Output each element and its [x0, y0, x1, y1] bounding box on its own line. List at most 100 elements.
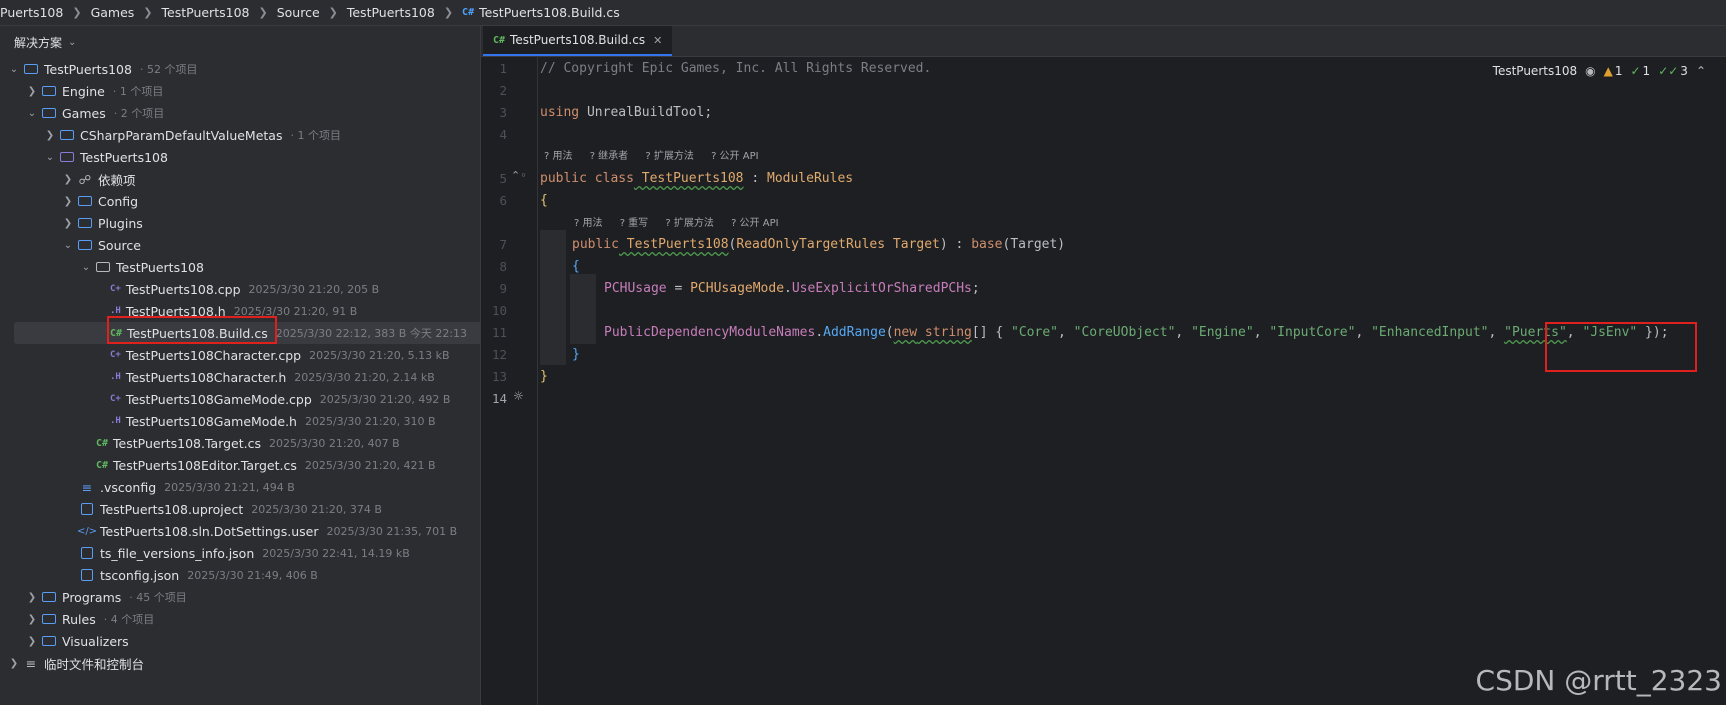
code-text: .	[815, 325, 824, 340]
code-line-1: // Copyright Epic Games, Inc. All Rights…	[540, 61, 932, 76]
breadcrumb-item-testpuerts108-folder[interactable]: TestPuerts108	[347, 5, 435, 20]
line-number: 10	[491, 303, 507, 318]
chevron-right-icon[interactable]: ❯	[24, 86, 40, 97]
chevron-down-icon[interactable]: ⌄	[6, 64, 22, 75]
chevron-down-icon[interactable]: ⌄	[42, 152, 58, 163]
chevron-right-icon[interactable]: ❯	[42, 130, 58, 141]
tree-item-file[interactable]: TestPuerts108.uproject 2025/3/30 21:20, …	[0, 498, 558, 520]
tree-item-csharpparam[interactable]: ❯ CSharpParamDefaultValueMetas · 1 个项目	[0, 124, 522, 146]
folder-icon	[76, 218, 94, 228]
code-line-6: {	[540, 193, 548, 208]
hint-usages[interactable]: ? 用法	[574, 218, 603, 229]
tree-item-file[interactable]: tsconfig.json 2025/3/30 21:49, 406 B	[0, 564, 558, 586]
header-file-icon: .H	[110, 416, 121, 426]
tree-item-meta: 2025/3/30 21:49, 406 B	[187, 568, 318, 582]
breadcrumb-item-testpuerts108[interactable]: TestPuerts108	[162, 5, 250, 20]
chevron-right-icon[interactable]: ❯	[60, 196, 76, 207]
tree-item-solution[interactable]: ⌄ TestPuerts108 · 52 个项目	[0, 58, 486, 80]
csharp-file-icon: C#	[96, 459, 109, 471]
csharp-file-icon: C#	[462, 7, 475, 18]
code-text: (Target)	[1002, 237, 1066, 252]
folder-icon	[40, 86, 58, 96]
code-editor: C# TestPuerts108.Build.cs ✕ TestPuerts10…	[481, 26, 1726, 705]
tree-item-plugins[interactable]: ❯ Plugins	[0, 212, 540, 234]
tree-item-label: TestPuerts108GameMode.cpp	[125, 391, 312, 407]
tree-item-file[interactable]: ts_file_versions_info.json 2025/3/30 22:…	[0, 542, 558, 564]
tree-item-label: TestPuerts108Character.h	[125, 369, 287, 385]
editor-tab-bar: C# TestPuerts108.Build.cs ✕	[481, 26, 1726, 57]
breadcrumb-item-project[interactable]: Puerts108	[0, 5, 63, 20]
breadcrumb-item-source[interactable]: Source	[277, 5, 320, 20]
chevron-right-icon[interactable]: ❯	[24, 614, 40, 625]
chevron-down-icon[interactable]: ⌄	[24, 108, 40, 119]
type-name: ModuleRules	[767, 171, 854, 186]
chevron-right-icon[interactable]: ❯	[60, 174, 76, 185]
string-literal: "Engine"	[1191, 325, 1254, 340]
tree-item-label: TestPuerts108Editor.Target.cs	[113, 457, 297, 473]
line-number: 5	[499, 171, 507, 186]
folder-icon	[58, 130, 76, 140]
tree-item-source-folder[interactable]: ⌄ TestPuerts108	[0, 256, 558, 278]
tree-item-project[interactable]: ⌄ TestPuerts108	[0, 146, 522, 168]
tree-item-config[interactable]: ❯ Config	[0, 190, 540, 212]
tree-item-programs[interactable]: ❯ Programs · 45 个项目	[0, 586, 504, 608]
line-number: 13	[491, 369, 507, 384]
tree-item-label: TestPuerts108Character.cpp	[125, 347, 302, 363]
csharp-file-icon: C#	[493, 34, 506, 46]
line-number-current: 14	[491, 391, 507, 406]
keyword: using	[540, 105, 580, 120]
tree-item-file[interactable]: ≡ .vsconfig 2025/3/30 21:21, 494 B	[0, 476, 558, 498]
line-number: 7	[499, 237, 507, 252]
tree-item-label: 临时文件和控制台	[44, 656, 145, 672]
breadcrumb-item-file[interactable]: C# TestPuerts108.Build.cs	[462, 5, 620, 20]
method-name: AddRange	[823, 325, 886, 340]
solution-explorer-header[interactable]: 解决方案 ⌄	[0, 26, 480, 58]
cpp-project-icon	[58, 152, 76, 162]
editor-tab-build-cs[interactable]: C# TestPuerts108.Build.cs ✕	[483, 26, 673, 56]
tree-item-label: TestPuerts108GameMode.h	[125, 413, 297, 429]
breadcrumb-item-games[interactable]: Games	[91, 5, 135, 20]
chevron-right-icon[interactable]: ❯	[24, 592, 40, 603]
code-line-11: PublicDependencyModuleNames.AddRange(new…	[604, 325, 1669, 340]
line-number: 11	[491, 325, 507, 340]
code-area[interactable]: // Copyright Epic Games, Inc. All Rights…	[540, 56, 1720, 705]
chevron-down-icon[interactable]: ⌄	[78, 262, 94, 273]
tree-item-dependencies[interactable]: ❯ ☍ 依赖项	[0, 168, 540, 190]
tree-item-file[interactable]: </> TestPuerts108.sln.DotSettings.user 2…	[0, 520, 558, 542]
close-icon[interactable]: ✕	[653, 34, 662, 47]
tree-item-source[interactable]: ⌄ Source	[0, 234, 540, 256]
chevron-right-icon[interactable]: ❯	[6, 658, 22, 669]
hint-public-api[interactable]: ? 公开 API	[731, 218, 779, 229]
tree-item-label: Config	[98, 193, 139, 209]
string-literal: "InputCore"	[1269, 325, 1356, 340]
tree-item-games[interactable]: ⌄ Games · 2 个项目	[0, 102, 504, 124]
text-file-icon: ≡	[81, 479, 93, 495]
hint-inheritors[interactable]: ? 继承者	[590, 151, 629, 162]
cpp-file-icon: C+	[110, 350, 121, 360]
tree-item-meta: 2025/3/30 21:20, 421 B	[304, 458, 436, 472]
chevron-right-icon[interactable]: ❯	[24, 636, 40, 647]
tree-item-label: .vsconfig	[100, 479, 157, 495]
tree-item-scratches[interactable]: ❯ ≡ 临时文件和控制台	[0, 652, 486, 674]
tree-item-visualizers[interactable]: ❯ Visualizers	[0, 630, 504, 652]
lightbulb-icon[interactable]: ☼	[513, 389, 524, 403]
chevron-right-icon: ❯	[258, 6, 268, 19]
folder-icon	[40, 614, 58, 624]
hint-extension-methods[interactable]: ? 扩展方法	[665, 218, 714, 229]
tree-item-engine[interactable]: ❯ Engine · 1 个项目	[0, 80, 504, 102]
code-line-7: public TestPuerts108(ReadOnlyTargetRules…	[572, 237, 1065, 252]
implement-gutter-icon[interactable]: ⌃◦	[511, 169, 527, 182]
folder-icon	[40, 636, 58, 646]
hint-extension-methods[interactable]: ? 扩展方法	[645, 151, 694, 162]
field-name: PCHUsage	[604, 281, 667, 296]
chevron-right-icon[interactable]: ❯	[60, 218, 76, 229]
tree-item-label: TestPuerts108	[80, 149, 168, 165]
hint-usages[interactable]: ? 用法	[544, 151, 573, 162]
hint-overrides[interactable]: ? 重写	[620, 218, 649, 229]
hint-public-api[interactable]: ? 公开 API	[711, 151, 759, 162]
tree-item-meta: 2025/3/30 21:20, 492 B	[319, 392, 451, 406]
tree-item-meta: 2025/3/30 22:41, 14.19 kB	[262, 546, 410, 560]
tree-item-rules[interactable]: ❯ Rules · 4 个项目	[0, 608, 504, 630]
chevron-down-icon[interactable]: ⌄	[60, 240, 76, 251]
code-text: .	[784, 281, 792, 296]
